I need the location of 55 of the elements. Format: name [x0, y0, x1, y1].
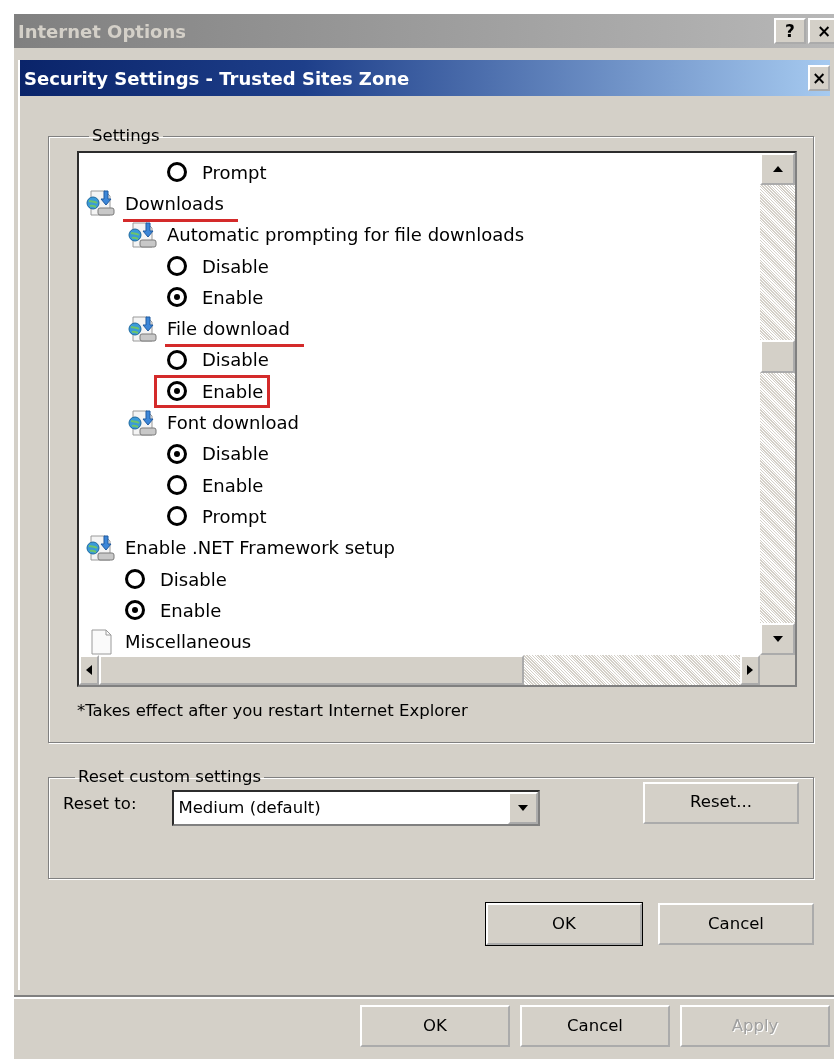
down-arrow-icon — [771, 634, 784, 643]
radio-button[interactable] — [167, 287, 187, 308]
window-title: Internet Options — [18, 19, 187, 44]
radio-button[interactable] — [167, 349, 187, 370]
radio-button[interactable] — [125, 569, 145, 589]
option-label: Enable — [160, 598, 222, 623]
dialog-button[interactable]: Cancel — [658, 903, 814, 945]
footnote: *Takes effect after you restart Internet Explorer — [77, 699, 469, 722]
setting-label: Enable .NET Framework setup — [125, 536, 396, 561]
group-label: Reset custom settings — [77, 769, 263, 786]
reset-level-dropdown[interactable]: Medium (default) — [172, 789, 541, 826]
radio-button[interactable] — [167, 506, 187, 527]
window-button[interactable]: Cancel — [520, 1005, 670, 1047]
help-button[interactable]: ? — [774, 18, 806, 44]
setting-label: Automatic prompting for file downloads — [167, 223, 525, 248]
right-arrow-icon — [746, 663, 754, 676]
scroll-left-button[interactable] — [79, 654, 99, 685]
option-label: Enable — [202, 285, 264, 310]
radio-button[interactable] — [167, 475, 187, 496]
option-label: Enable — [202, 473, 264, 498]
dialog-title: Security Settings - Trusted Sites Zone — [24, 66, 411, 91]
radio-button[interactable] — [167, 256, 187, 277]
category-label: Miscellaneous — [125, 630, 252, 655]
option-label: Prompt — [202, 160, 267, 185]
window-button[interactable]: OK — [360, 1005, 510, 1047]
radio-button[interactable] — [167, 443, 187, 464]
scroll-right-button[interactable] — [740, 654, 760, 685]
scroll-thumb[interactable] — [760, 339, 795, 373]
horizontal-scrollbar[interactable] — [79, 654, 760, 685]
radio-button[interactable] — [167, 381, 187, 402]
setting-label: Font download — [167, 411, 299, 435]
radio-button[interactable] — [125, 600, 145, 621]
scroll-up-button[interactable] — [760, 152, 795, 185]
up-arrow-icon — [771, 164, 784, 173]
scroll-down-button[interactable] — [760, 622, 795, 655]
reset-label: Reset to: — [63, 792, 137, 815]
close-button[interactable]: × — [808, 18, 834, 44]
option-label: Disable — [202, 348, 269, 373]
reset-button[interactable]: Reset... — [643, 781, 799, 824]
radio-button[interactable] — [167, 162, 187, 183]
close-button[interactable]: × — [808, 65, 830, 91]
option-label: Prompt — [202, 504, 267, 529]
option-label: Enable — [202, 379, 264, 404]
dropdown-arrow-icon — [517, 803, 530, 812]
scrollbar-corner — [760, 654, 795, 685]
option-label: Disable — [160, 567, 227, 592]
setting-label: File download — [167, 318, 290, 340]
setting-label: Downloads — [125, 192, 224, 214]
option-label: Disable — [202, 254, 269, 279]
scroll-thumb[interactable] — [99, 654, 524, 685]
vertical-scrollbar[interactable] — [760, 152, 795, 655]
left-arrow-icon — [85, 663, 93, 676]
group-label: Settings — [91, 128, 161, 145]
dialog-button[interactable]: OK — [486, 903, 642, 945]
option-label: Disable — [202, 442, 269, 467]
